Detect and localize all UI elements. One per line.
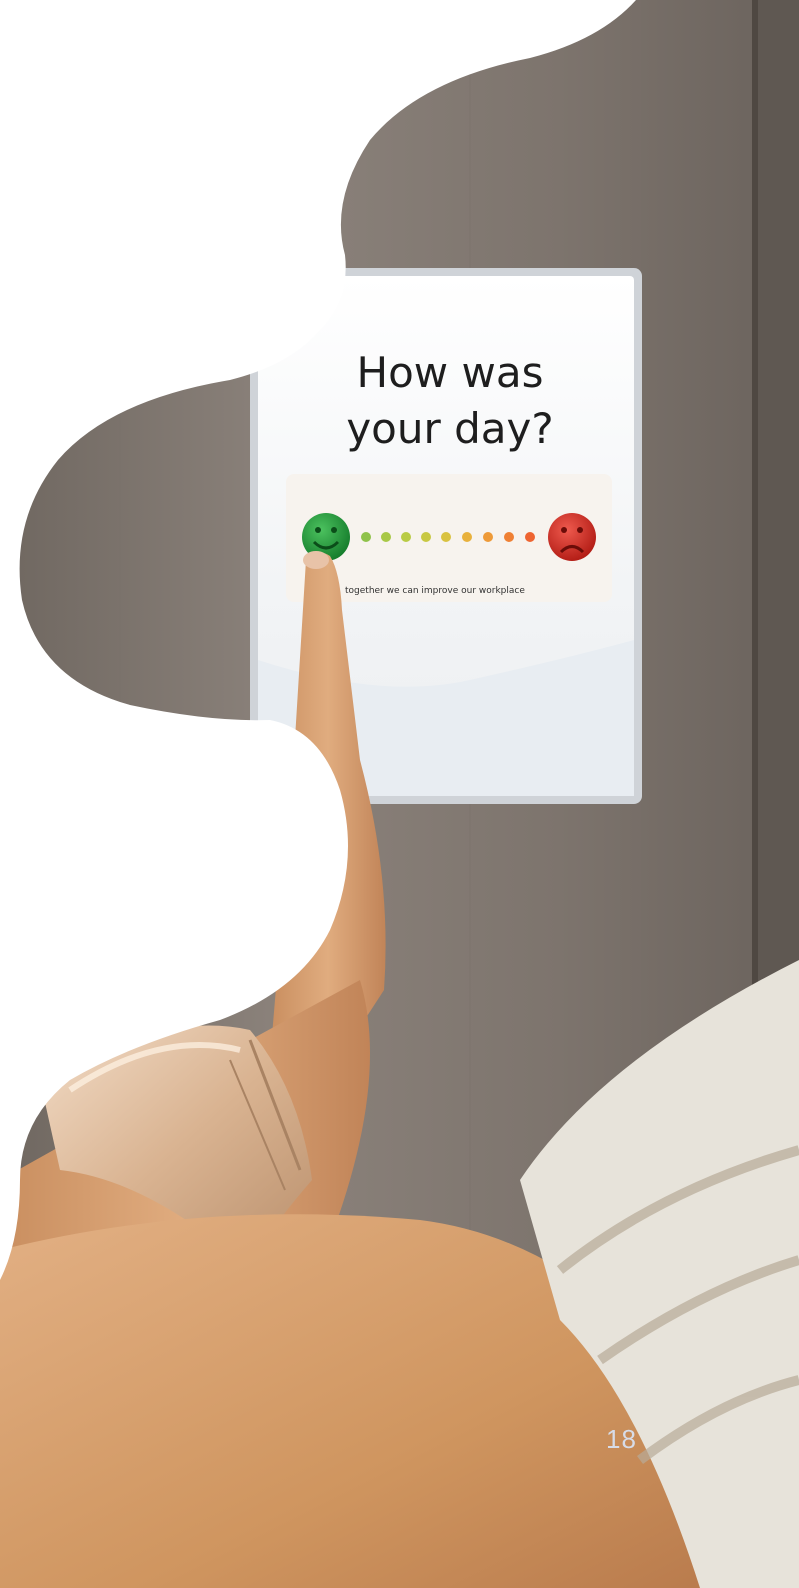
feedback-terminal-photo <box>0 0 799 1588</box>
sad-face-icon <box>548 513 596 561</box>
page-number: 18 <box>606 1424 637 1454</box>
sign-title-line2: your day? <box>346 404 554 453</box>
photo-page: How was your day? together we can improv… <box>0 0 799 1588</box>
sign-title-line1: How was <box>356 348 544 397</box>
sign-title: How was your day? <box>260 345 640 457</box>
sign-tagline: together we can improve our workplace <box>345 586 525 596</box>
